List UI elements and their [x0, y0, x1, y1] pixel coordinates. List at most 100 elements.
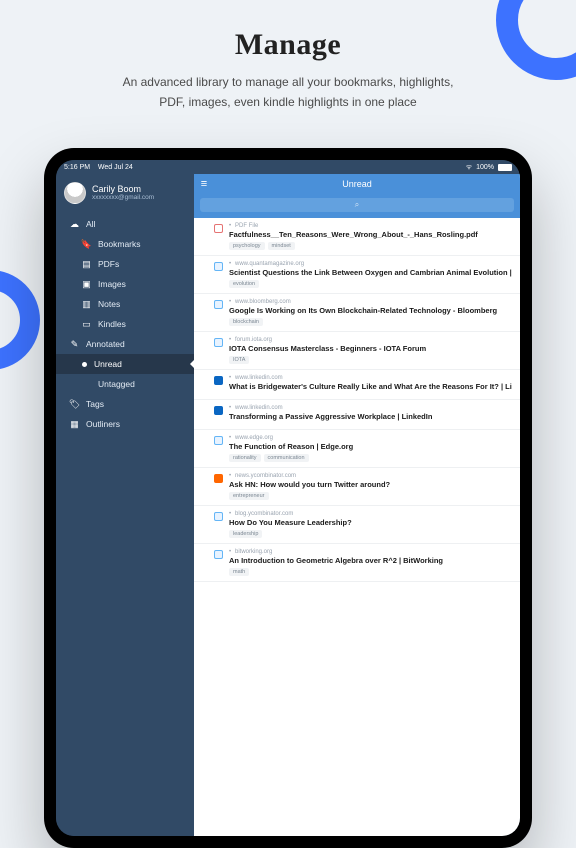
sidebar: Carily Boom xxxxxxxx@gmail.com ☁ All 🔖 B…	[56, 174, 194, 836]
list-item[interactable]: •PDF FileFactfulness__Ten_Reasons_Were_W…	[194, 218, 520, 256]
unread-dot	[204, 438, 208, 442]
list-item[interactable]: •www.linkedin.comWhat is Bridgewater's C…	[194, 370, 520, 400]
item-list[interactable]: •PDF FileFactfulness__Ten_Reasons_Were_W…	[194, 218, 520, 836]
search-icon: ⌕	[355, 200, 359, 210]
hero-subtitle-line2: PDF, images, even kindle highlights in o…	[0, 92, 576, 112]
item-source: •news.ycombinator.com	[229, 473, 512, 479]
tag[interactable]: psychology	[229, 242, 265, 250]
decor-arc-left	[0, 270, 40, 370]
tag[interactable]: entrepreneur	[229, 492, 269, 500]
menu-button[interactable]: ≡	[194, 174, 214, 194]
status-right: ᯤ 100%	[466, 163, 512, 172]
item-title: IOTA Consensus Masterclass - Beginners -…	[229, 344, 512, 353]
tag-icon: 🏷	[70, 400, 79, 409]
image-icon: ▣	[82, 280, 91, 289]
nav-unread[interactable]: Unread	[56, 354, 194, 374]
item-source: •bitworking.org	[229, 549, 512, 555]
nav-kindles[interactable]: ▭ Kindles	[56, 314, 194, 334]
nav-images[interactable]: ▣ Images	[56, 274, 194, 294]
hero-subtitle-line1: An advanced library to manage all your b…	[0, 72, 576, 92]
tag[interactable]: evolution	[229, 280, 259, 288]
item-source: •www.bloomberg.com	[229, 299, 512, 305]
item-source: •www.edge.org	[229, 435, 512, 441]
item-title: How Do You Measure Leadership?	[229, 518, 512, 527]
item-source: •blog.ycombinator.com	[229, 511, 512, 517]
unread-dot	[204, 226, 208, 230]
nav-bookmarks[interactable]: 🔖 Bookmarks	[56, 234, 194, 254]
item-title: Google Is Working on Its Own Blockchain-…	[229, 306, 512, 315]
item-source: •www.quantamagazine.org	[229, 261, 512, 267]
list-item[interactable]: •www.quantamagazine.orgScientist Questio…	[194, 256, 520, 294]
tag[interactable]: mindset	[268, 242, 295, 250]
dot-icon	[82, 362, 87, 367]
nav-all[interactable]: ☁ All	[56, 214, 194, 234]
nav-notes[interactable]: ▥ Notes	[56, 294, 194, 314]
main-panel: ≡ Unread ⌕ •PDF FileFactfulness__Ten_Rea…	[194, 174, 520, 836]
bookmark-icon: 🔖	[82, 240, 91, 249]
item-tags: rationalitycommunication	[229, 454, 512, 462]
list-item[interactable]: •www.edge.orgThe Function of Reason | Ed…	[194, 430, 520, 468]
item-tags: IOTA	[229, 356, 512, 364]
tag[interactable]: IOTA	[229, 356, 249, 364]
source-icon	[214, 406, 223, 415]
item-source: •www.linkedin.com	[229, 405, 512, 411]
unread-dot	[204, 408, 208, 412]
item-title: Scientist Questions the Link Between Oxy…	[229, 268, 512, 277]
list-item[interactable]: •www.linkedin.comTransforming a Passive …	[194, 400, 520, 430]
item-title: What is Bridgewater's Culture Really Lik…	[229, 382, 512, 391]
source-icon	[214, 550, 223, 559]
source-icon	[214, 512, 223, 521]
status-left: 5:16 PM Wed Jul 24	[64, 164, 133, 171]
status-date: Wed Jul 24	[98, 164, 133, 171]
app-root: Carily Boom xxxxxxxx@gmail.com ☁ All 🔖 B…	[56, 174, 520, 836]
source-icon	[214, 376, 223, 385]
nav-untagged[interactable]: Untagged	[56, 374, 194, 394]
tag[interactable]: leadership	[229, 530, 262, 538]
item-tags: blockchain	[229, 318, 512, 326]
hero: Manage An advanced library to manage all…	[0, 28, 576, 113]
item-title: An Introduction to Geometric Algebra ove…	[229, 556, 512, 565]
source-icon	[214, 338, 223, 347]
list-item[interactable]: •blog.ycombinator.comHow Do You Measure …	[194, 506, 520, 544]
item-title: Transforming a Passive Aggressive Workpl…	[229, 412, 512, 421]
item-tags: math	[229, 568, 512, 576]
nav-outliners[interactable]: ▦ Outliners	[56, 414, 194, 434]
unread-dot	[204, 264, 208, 268]
unread-dot	[204, 302, 208, 306]
tag[interactable]: rationality	[229, 454, 261, 462]
item-source: •www.linkedin.com	[229, 375, 512, 381]
profile-name: Carily Boom	[92, 185, 154, 195]
profile-email: xxxxxxxx@gmail.com	[92, 194, 154, 201]
screen: 5:16 PM Wed Jul 24 ᯤ 100% Carily Boom xx…	[56, 160, 520, 836]
item-tags: evolution	[229, 280, 512, 288]
item-title: Factfulness__Ten_Reasons_Were_Wrong_Abou…	[229, 230, 512, 239]
list-item[interactable]: •www.bloomberg.comGoogle Is Working on I…	[194, 294, 520, 332]
nav-tags[interactable]: 🏷 Tags	[56, 394, 194, 414]
topbar: ≡ Unread	[194, 174, 520, 194]
tag[interactable]: communication	[264, 454, 309, 462]
unread-dot	[204, 514, 208, 518]
unread-dot	[204, 378, 208, 382]
kindle-icon: ▭	[82, 320, 91, 329]
source-icon	[214, 224, 223, 233]
list-item[interactable]: •bitworking.orgAn Introduction to Geomet…	[194, 544, 520, 582]
source-icon	[214, 474, 223, 483]
tag[interactable]: blockchain	[229, 318, 263, 326]
nav-annotated[interactable]: ✎ Annotated	[56, 334, 194, 354]
profile[interactable]: Carily Boom xxxxxxxx@gmail.com	[56, 174, 194, 214]
tag[interactable]: math	[229, 568, 249, 576]
pdf-icon: ▤	[82, 260, 91, 269]
search-input[interactable]: ⌕	[200, 198, 514, 212]
item-tags: psychologymindset	[229, 242, 512, 250]
hero-title: Manage	[0, 28, 576, 62]
list-item[interactable]: •news.ycombinator.comAsk HN: How would y…	[194, 468, 520, 506]
source-icon	[214, 300, 223, 309]
list-item[interactable]: •forum.iota.orgIOTA Consensus Masterclas…	[194, 332, 520, 370]
outline-icon: ▦	[70, 420, 79, 429]
unread-dot	[204, 476, 208, 480]
nav-pdfs[interactable]: ▤ PDFs	[56, 254, 194, 274]
searchbar: ⌕	[194, 194, 520, 218]
source-icon	[214, 436, 223, 445]
source-icon	[214, 262, 223, 271]
nav-list: ☁ All 🔖 Bookmarks ▤ PDFs ▣ Images	[56, 214, 194, 434]
